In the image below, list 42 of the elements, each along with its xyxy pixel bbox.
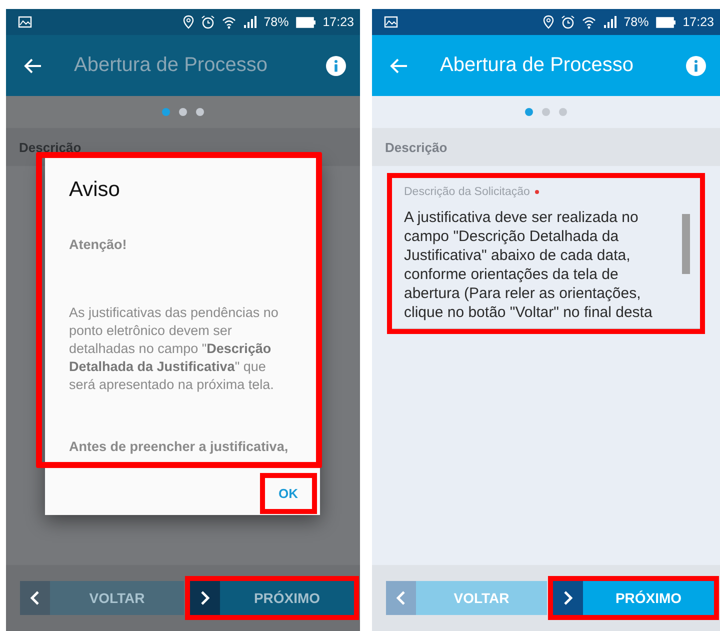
field-text: A justificativa deve ser realizada no campo "Descrição Detalhada da Justificativa" abaixo de cada data, conforme orientações da tela de abertura (Para reler as orientações, clique no botão "Voltar" no final desta [404,208,654,322]
dialog-message: As justificativas das pendências no ponto eletrônico devem ser detalhadas no campo "Descrição Detalhada da Justificativa" que será apresentado na próxima tela. [69,304,280,394]
battery-percent: 78% [264,15,289,29]
signal-icon [242,16,257,28]
wifi-icon [222,16,236,28]
page-indicator-dot[interactable] [196,108,204,116]
location-pin-icon [182,15,194,29]
battery-icon [296,16,316,28]
dialog-heading: Antes de preencher a justificativa, [69,438,290,456]
clock-time: 17:23 [682,15,714,29]
image-icon [384,16,398,28]
screen-title: Abertura de Processo [74,54,268,77]
wifi-icon [582,16,596,28]
ok-button[interactable]: OK [264,478,312,508]
page-indicator-dot[interactable] [179,108,187,116]
next-button[interactable]: PRÓXIMO [553,581,714,615]
info-icon [326,56,346,76]
screen-title: Abertura de Processo [440,54,634,77]
chevron-left-icon [395,590,407,606]
next-button[interactable]: PRÓXIMO [190,581,354,615]
chevron-left-icon [29,590,41,606]
page-indicator-dot[interactable] [525,108,533,116]
battery-percent: 78% [624,15,649,29]
info-icon [686,56,706,76]
clock-time: 17:23 [322,15,354,29]
image-icon [18,16,32,28]
dialog-title: Aviso [69,178,121,202]
chevron-right-icon [562,590,574,606]
page-indicator-dot[interactable] [559,108,567,116]
signal-icon [602,16,617,28]
alarm-clock-icon [200,15,215,29]
field-label: Descrição da Solicitação [404,186,530,198]
chevron-right-icon [199,590,211,606]
scrollbar-thumb [682,214,690,274]
section-heading: Descrição [19,140,82,154]
battery-icon [656,16,676,28]
section-heading: Descrição [385,140,448,154]
alarm-clock-icon [560,15,575,29]
location-pin-icon [542,15,554,29]
page-indicator-dot[interactable] [542,108,550,116]
page-indicator-dot[interactable] [162,108,170,116]
dialog-heading: Atenção! [69,236,128,254]
